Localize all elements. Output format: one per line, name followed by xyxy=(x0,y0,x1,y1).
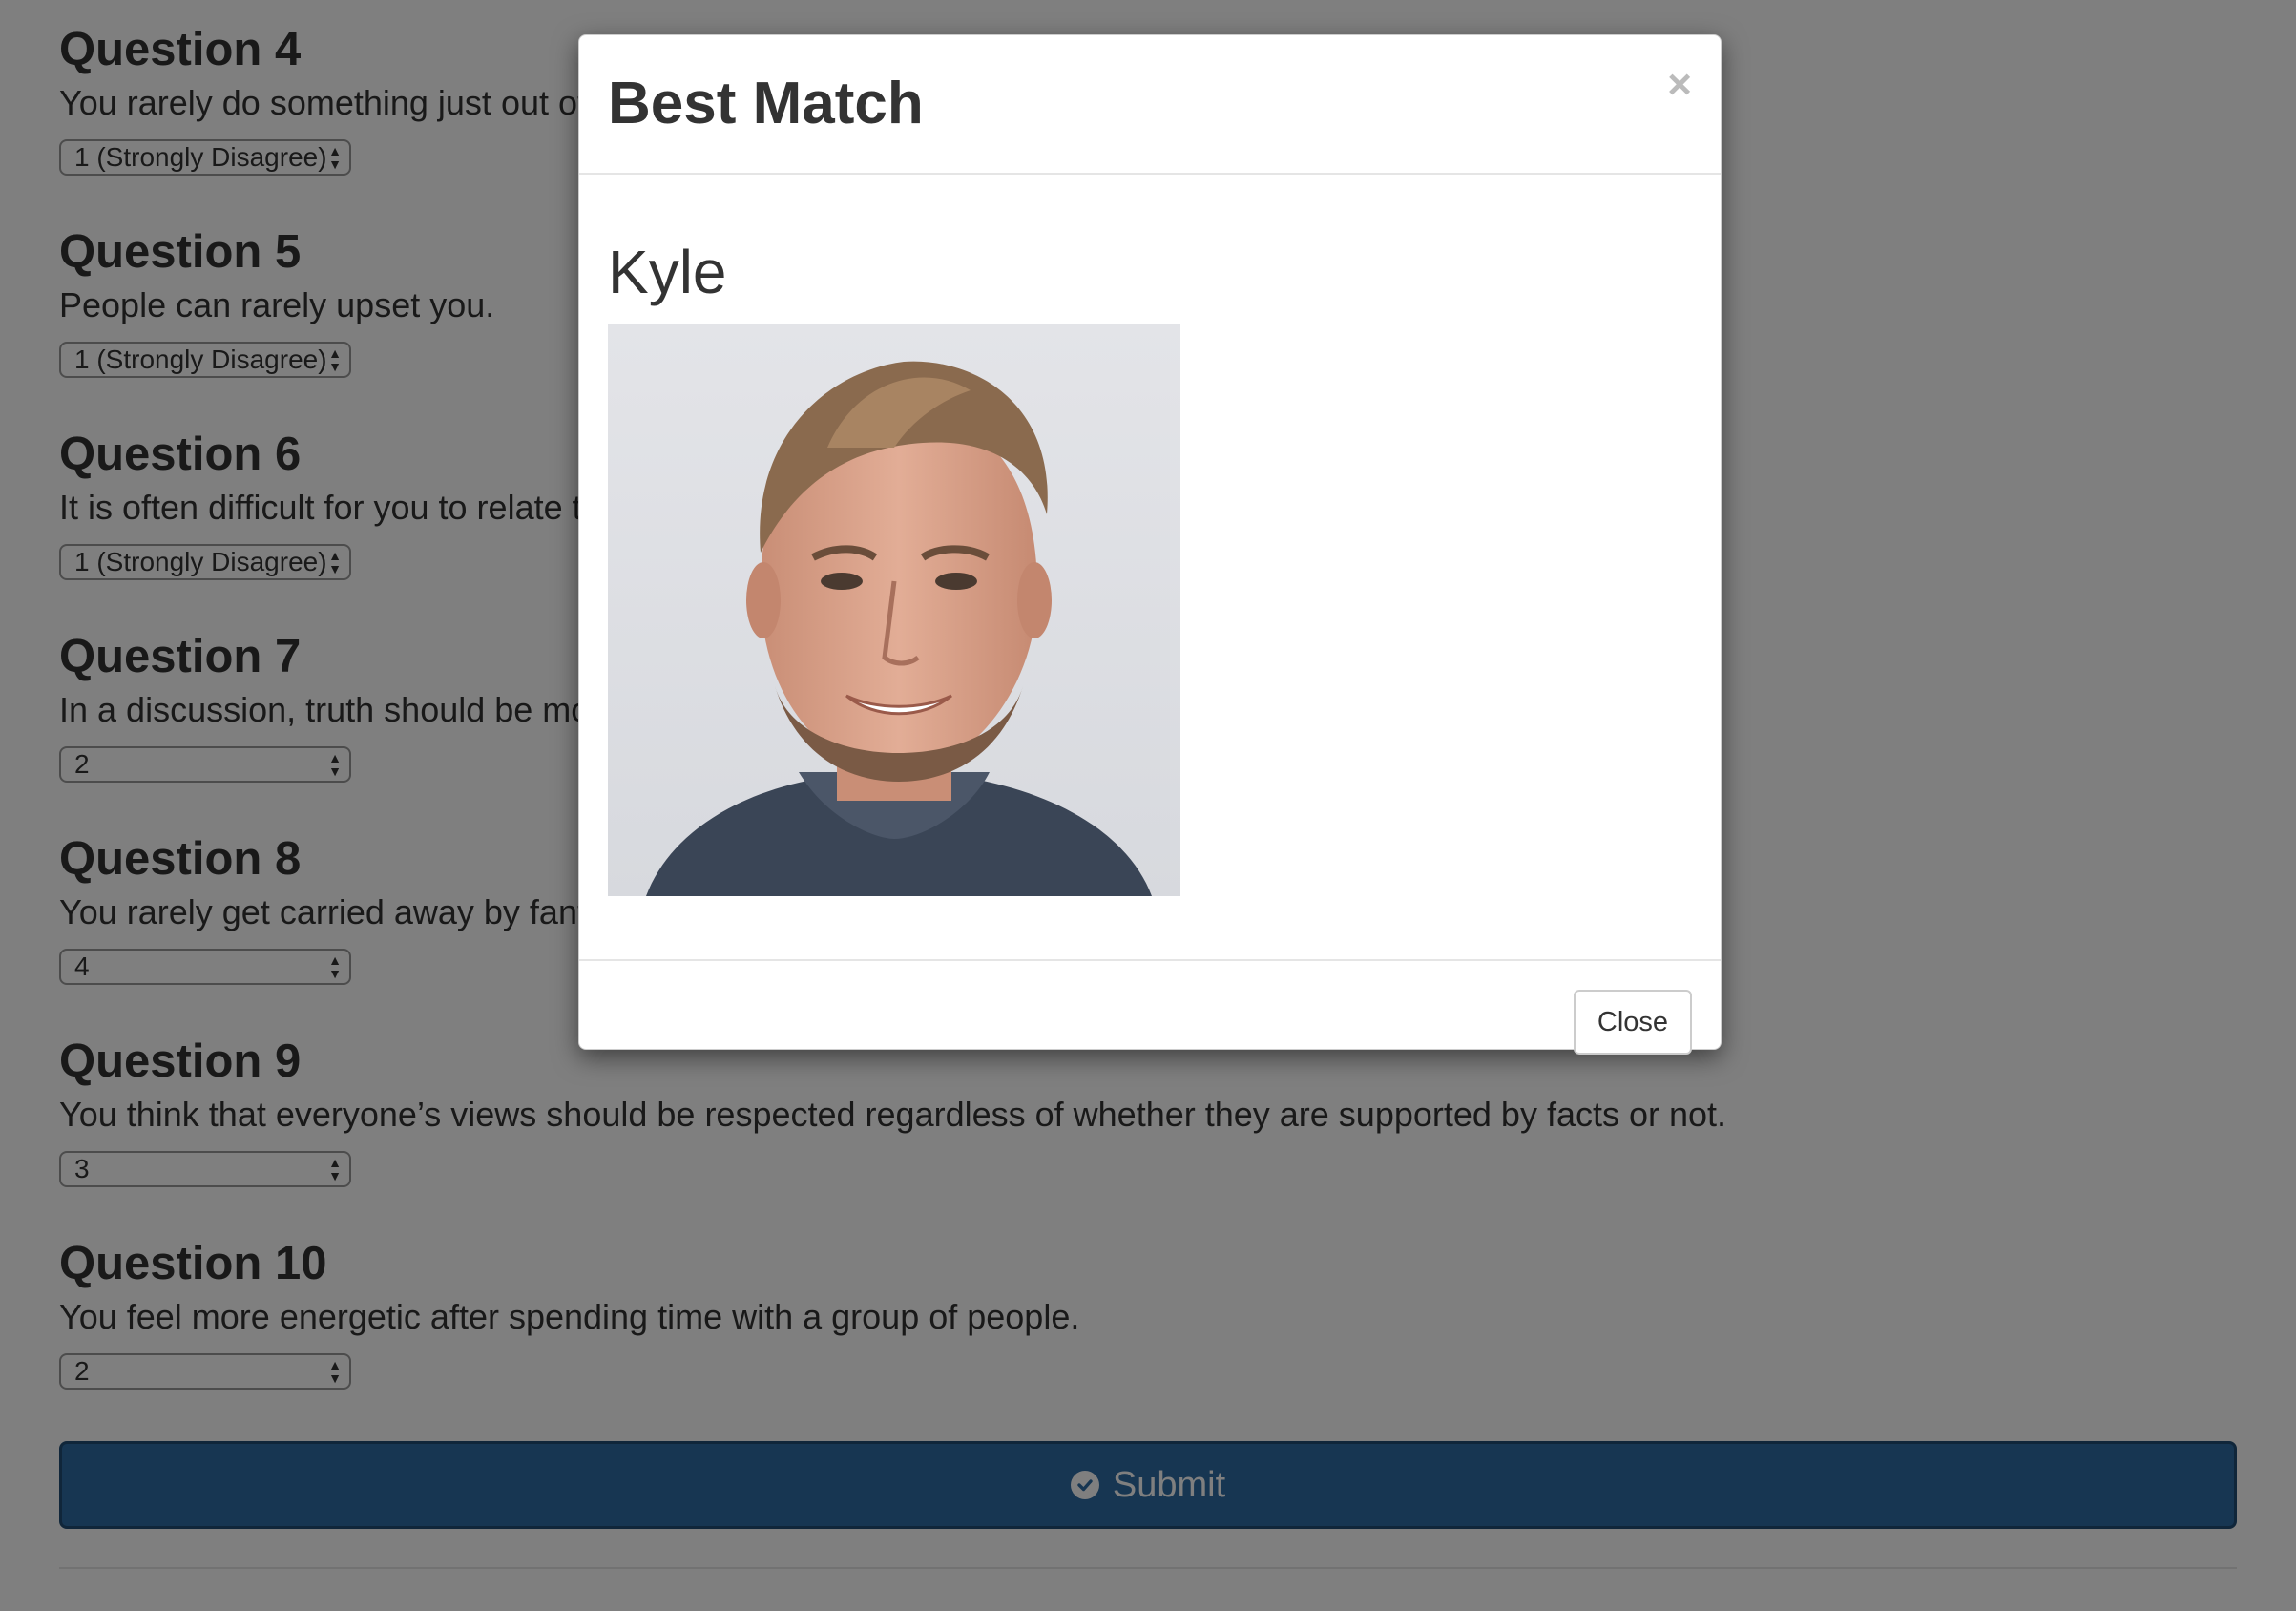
modal-title: Best Match xyxy=(608,71,924,136)
best-match-modal: Best Match × Kyle Close xyxy=(578,34,1722,1055)
close-icon[interactable]: × xyxy=(1667,64,1692,106)
close-button[interactable]: Close xyxy=(1574,990,1692,1055)
modal-header: Best Match × xyxy=(579,35,1721,175)
modal-footer: Close xyxy=(579,961,1721,1055)
match-photo xyxy=(608,324,1180,896)
match-name: Kyle xyxy=(608,238,727,306)
modal-body: Kyle xyxy=(579,175,1721,961)
